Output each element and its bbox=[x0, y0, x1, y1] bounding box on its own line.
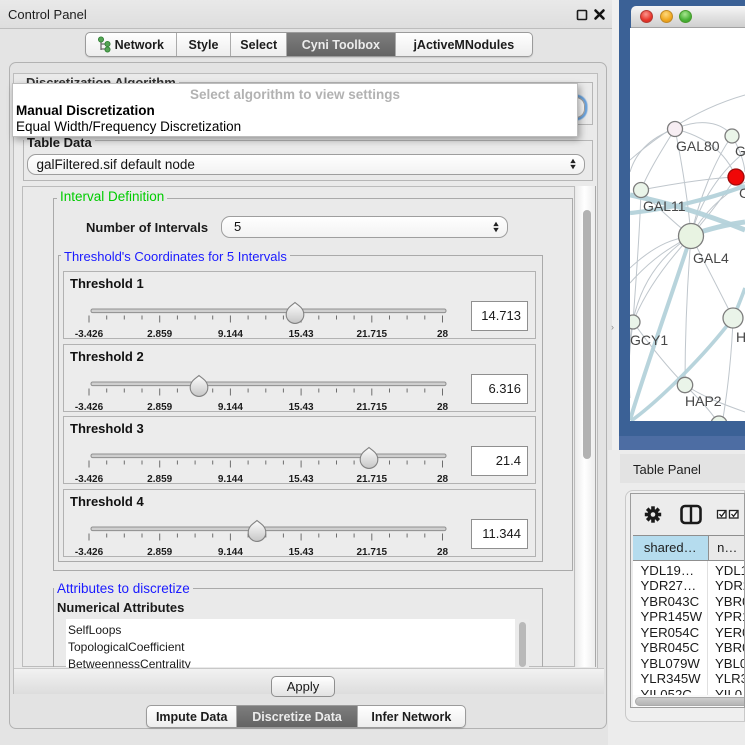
svg-text:GAL80: GAL80 bbox=[676, 138, 720, 154]
svg-text:-3.426: -3.426 bbox=[75, 547, 104, 558]
svg-text:9.144: 9.144 bbox=[218, 547, 243, 558]
svg-text:15.43: 15.43 bbox=[289, 329, 314, 340]
svg-text:28: 28 bbox=[437, 547, 449, 558]
svg-text:21.715: 21.715 bbox=[357, 329, 388, 340]
svg-text:H: H bbox=[736, 329, 745, 345]
svg-text:-3.426: -3.426 bbox=[75, 474, 104, 485]
svg-text:GAL4: GAL4 bbox=[693, 250, 729, 266]
svg-text:9.144: 9.144 bbox=[218, 474, 243, 485]
svg-text:21.715: 21.715 bbox=[357, 547, 388, 558]
svg-text:9.144: 9.144 bbox=[218, 402, 243, 413]
svg-text:21.715: 21.715 bbox=[357, 474, 388, 485]
svg-text:2.859: 2.859 bbox=[147, 329, 172, 340]
svg-text:-3.426: -3.426 bbox=[75, 329, 104, 340]
svg-text:28: 28 bbox=[437, 402, 449, 413]
svg-text:2.859: 2.859 bbox=[147, 547, 172, 558]
svg-text:9.144: 9.144 bbox=[218, 329, 243, 340]
svg-text:28: 28 bbox=[437, 474, 449, 485]
svg-text:15.43: 15.43 bbox=[289, 474, 314, 485]
svg-text:GCY1: GCY1 bbox=[630, 332, 668, 348]
svg-text:GAL11: GAL11 bbox=[643, 198, 686, 214]
svg-text:GA: GA bbox=[735, 143, 745, 159]
svg-text:C: C bbox=[739, 185, 745, 201]
svg-text:2.859: 2.859 bbox=[147, 474, 172, 485]
svg-text:15.43: 15.43 bbox=[289, 402, 314, 413]
svg-text:15.43: 15.43 bbox=[289, 547, 314, 558]
svg-text:2.859: 2.859 bbox=[147, 402, 172, 413]
svg-text:21.715: 21.715 bbox=[357, 402, 388, 413]
svg-text:28: 28 bbox=[437, 329, 449, 340]
svg-text:HAP2: HAP2 bbox=[685, 393, 722, 409]
svg-text:-3.426: -3.426 bbox=[75, 402, 104, 413]
